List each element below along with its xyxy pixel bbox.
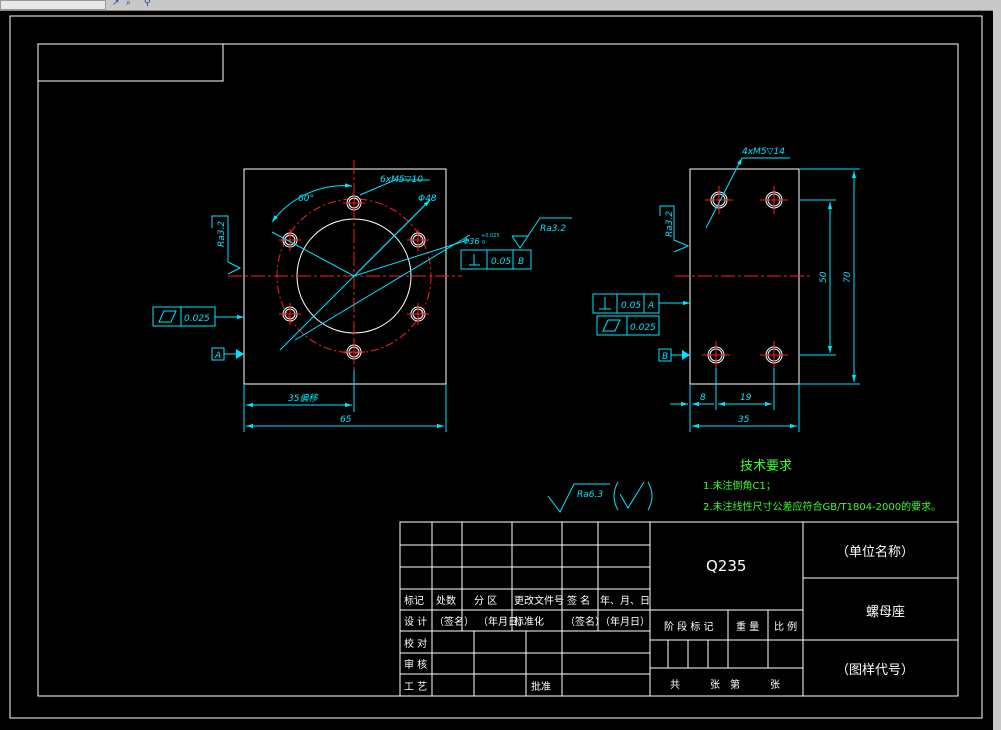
dim-half: 35偏移 — [288, 393, 318, 404]
dim-edge: 8 — [700, 393, 706, 403]
roughness-right: Ra3.2 — [540, 224, 566, 234]
front-thread-callout: 6xM5▽10 — [380, 175, 423, 185]
dim-width: 65 — [340, 415, 352, 425]
row-check-label: 校 对 — [404, 637, 427, 650]
side-holes — [707, 191, 783, 364]
dim-height: 70 — [843, 271, 853, 283]
flatness-icon — [158, 310, 177, 323]
zoom-window-icon[interactable]: ⚲ — [144, 0, 151, 8]
cad-drawing-canvas[interactable]: 60° 6xM5▽10 Φ48 Φ36 +0.025 0 Ra3.2 0.05 … — [0, 10, 1001, 730]
perpendicularity-icon — [599, 297, 611, 310]
tech-item-2: 2.未注线性尺寸公差应符合GB/T1804-2000的要求。 — [703, 500, 941, 513]
rev-header-zone: 分 区 — [474, 595, 497, 607]
tech-item-1: 1.未注倒角C1； — [703, 479, 776, 492]
bore-label: Φ36 — [463, 237, 479, 246]
general-roughness: Ra6.3 — [547, 481, 653, 513]
pan-icon[interactable]: ↗ — [112, 0, 120, 8]
part-name: 螺母座 — [866, 605, 905, 620]
front-view: 60° 6xM5▽10 Φ48 Φ36 +0.025 0 Ra3.2 0.05 … — [152, 160, 572, 432]
company-name: （单位名称） — [836, 544, 914, 560]
sheet-unit-label: 张 — [770, 679, 780, 691]
flatness-icon — [602, 319, 621, 332]
sheet-no-label: 第 — [730, 678, 740, 691]
perp-datum: B — [518, 257, 524, 267]
side-perp-value: 0.05 — [621, 301, 641, 311]
bore-tolerance: +0.025 — [481, 233, 500, 239]
flatness-value: 0.025 — [184, 314, 210, 324]
rev-header-count: 处数 — [436, 594, 456, 607]
roughness-left: Ra3.2 — [217, 221, 227, 247]
rev-header-docno: 更改文件号 — [514, 594, 564, 607]
tech-title: 技术要求 — [740, 459, 792, 474]
side-roughness: Ra3.2 — [665, 211, 675, 237]
datum-b: B — [662, 352, 668, 362]
side-view: 4xM5▽14 Ra3.2 0.05 A 0.025 B 50 70 8 19 … — [592, 147, 860, 432]
side-thread-callout: 4xM5▽14 — [742, 147, 785, 157]
weight-label: 重 量 — [736, 620, 759, 633]
rev-header-date: 年、月、日 — [600, 594, 650, 607]
rev-header-sign: 签 名 — [567, 594, 590, 607]
outer-frame — [9, 15, 983, 719]
scale-label: 比 例 — [774, 620, 797, 633]
general-roughness-value: Ra6.3 — [577, 490, 603, 500]
pcd-label: Φ48 — [418, 194, 437, 204]
perp-value: 0.05 — [491, 257, 511, 267]
material-label: Q235 — [706, 557, 746, 575]
inner-frame — [37, 43, 959, 697]
datum-a: A — [214, 351, 221, 361]
side-perp-datum: A — [647, 301, 654, 311]
sheets-total-label: 共 — [670, 679, 680, 691]
dim-pitch: 19 — [740, 393, 752, 403]
zoom-icon[interactable]: ⌕ — [126, 0, 131, 8]
perpendicularity-icon — [469, 254, 480, 266]
side-dim-width: 35 — [738, 415, 750, 425]
toolbar-field[interactable] — [0, 0, 106, 10]
row-review-label: 审 核 — [404, 658, 427, 671]
roughness-others-icon — [613, 481, 653, 511]
rev-header-mark: 标记 — [404, 595, 424, 607]
row-approve-label: 批准 — [531, 680, 551, 693]
drawing-number: （图样代号） — [836, 663, 914, 678]
dim-hole-spacing: 50 — [819, 271, 829, 283]
bore-tolerance-low: 0 — [482, 240, 485, 246]
technical-requirements: 技术要求 1.未注倒角C1； 2.未注线性尺寸公差应符合GB/T1804-200… — [703, 459, 941, 513]
row-design-label: 设 计 — [404, 615, 427, 628]
stage-mark-label: 阶 段 标 记 — [664, 620, 714, 633]
row-design-sign: （签名） — [434, 615, 474, 628]
angle-label: 60° — [298, 194, 314, 204]
side-flatness-value: 0.025 — [630, 323, 656, 333]
row-standard-date: （年月日） — [600, 615, 650, 628]
sheets-unit-label: 张 — [710, 679, 720, 691]
row-standard-sign: （签名） — [565, 615, 605, 628]
row-standard-label: 标准化 — [514, 615, 544, 628]
top-left-box — [37, 43, 224, 82]
row-process-label: 工 艺 — [404, 681, 427, 693]
